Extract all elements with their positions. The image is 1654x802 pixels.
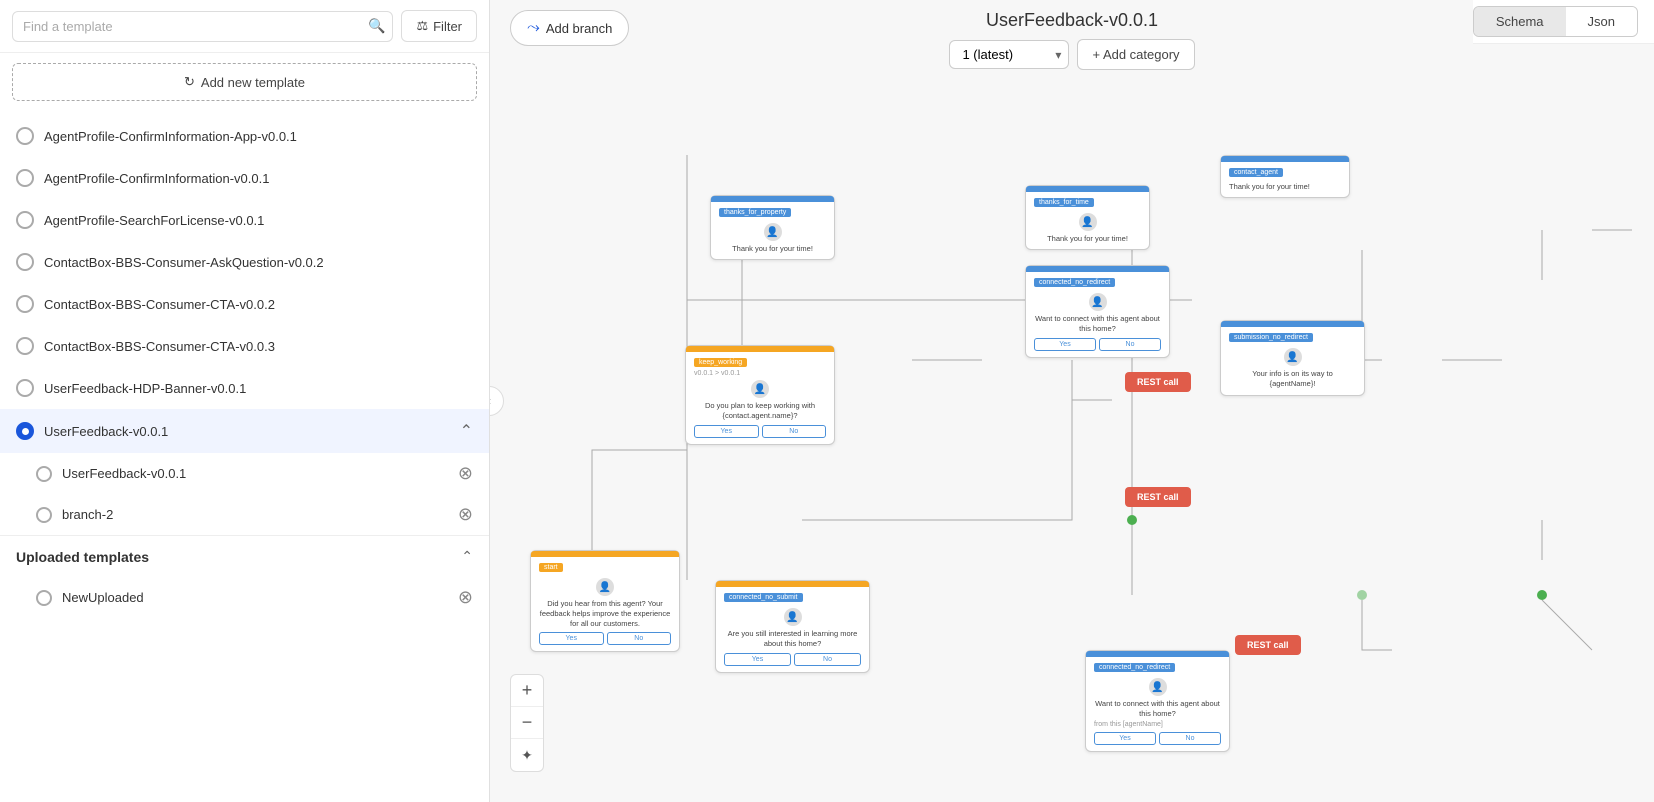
version-controls: 1 (latest) 2 3 + Add category [949, 39, 1194, 70]
flow-node-info-on-way[interactable]: submission_no_redirect 👤 Your info is on… [1220, 320, 1365, 396]
flow-node-thanks-property[interactable]: thanks_for_property 👤 Thank you for your… [710, 195, 835, 260]
sub-name-1: UserFeedback-v0.0.1 [62, 466, 448, 481]
sub-radio-2 [36, 507, 52, 523]
uploaded-section-title: Uploaded templates [16, 549, 453, 565]
filter-button[interactable]: ⚖ Filter [401, 10, 477, 42]
template-item-3[interactable]: AgentProfile-SearchForLicense-v0.0.1 [0, 199, 489, 241]
sub-item-2[interactable]: branch-2 ⊗ [36, 494, 489, 535]
version-select[interactable]: 1 (latest) 2 3 [949, 40, 1069, 69]
sub-item-1[interactable]: UserFeedback-v0.0.1 ⊗ [36, 453, 489, 494]
tab-json[interactable]: Json [1566, 7, 1637, 36]
template-name-3: AgentProfile-SearchForLicense-v0.0.1 [44, 213, 264, 228]
uploaded-items-container: NewUploaded ⊗ [0, 577, 489, 618]
zoom-out-button[interactable]: − [511, 707, 543, 739]
main-area: ‹ Schema Json ⤳ Add branch UserFeedback-… [490, 0, 1654, 802]
radio-3 [16, 211, 34, 229]
filter-icon: ⚖ [416, 18, 428, 34]
template-name-2: AgentProfile-ConfirmInformation-v0.0.1 [44, 171, 269, 186]
uploaded-radio-1 [36, 590, 52, 606]
canvas-area: ⤳ Add branch UserFeedback-v0.0.1 1 (late… [490, 0, 1654, 802]
flow-node-connect-agent2[interactable]: connected_no_redirect 👤 Want to connect … [1085, 650, 1230, 752]
template-item-6[interactable]: ContactBox-BBS-Consumer-CTA-v0.0.3 [0, 325, 489, 367]
search-input[interactable] [12, 11, 393, 42]
canvas-title: UserFeedback-v0.0.1 [986, 10, 1158, 31]
flow-node-keep-working[interactable]: keep_working v0.0.1 > v0.0.1 👤 Do you pl… [685, 345, 835, 445]
template-item-2[interactable]: AgentProfile-ConfirmInformation-v0.0.1 [0, 157, 489, 199]
add-branch-label: Add branch [546, 21, 613, 36]
sub-items-container: UserFeedback-v0.0.1 ⊗ branch-2 ⊗ [0, 453, 489, 535]
sidebar: 🔍 ⚖ Filter ↻ Add new template AgentProfi… [0, 0, 490, 802]
flow-node-interested-learn[interactable]: connected_no_submit 👤 Are you still inte… [715, 580, 870, 673]
tab-schema[interactable]: Schema [1474, 7, 1566, 36]
sub-radio-1 [36, 466, 52, 482]
flow-node-thanks-time[interactable]: thanks_for_time 👤 Thank you for your tim… [1025, 185, 1150, 250]
add-new-template-button[interactable]: ↻ Add new template [12, 63, 477, 101]
radio-7 [16, 379, 34, 397]
radio-5 [16, 295, 34, 313]
radio-6 [16, 337, 34, 355]
remove-sub-1-icon[interactable]: ⊗ [458, 463, 473, 484]
search-wrapper: 🔍 [12, 11, 393, 42]
add-category-button[interactable]: + Add category [1077, 39, 1194, 70]
template-name-6: ContactBox-BBS-Consumer-CTA-v0.0.3 [44, 339, 275, 354]
flow-node-start[interactable]: start 👤 Did you hear from this agent? Yo… [530, 550, 680, 652]
radio-8 [16, 422, 34, 440]
add-branch-icon: ⤳ [527, 19, 540, 37]
rest-call-3[interactable]: REST call [1235, 635, 1301, 655]
remove-sub-2-icon[interactable]: ⊗ [458, 504, 473, 525]
add-branch-button[interactable]: ⤳ Add branch [510, 10, 629, 46]
search-icon: 🔍 [368, 18, 385, 35]
add-category-label: + Add category [1092, 47, 1179, 62]
remove-uploaded-1-icon[interactable]: ⊗ [458, 587, 473, 608]
zoom-controls: + − ✦ [510, 674, 544, 772]
filter-label: Filter [433, 19, 462, 34]
template-item-4[interactable]: ContactBox-BBS-Consumer-AskQuestion-v0.0… [0, 241, 489, 283]
schema-json-tabs: Schema Json [1473, 6, 1638, 37]
chevron-up-icon: ⌃ [461, 548, 473, 565]
template-name-5: ContactBox-BBS-Consumer-CTA-v0.0.2 [44, 297, 275, 312]
expand-icon-8[interactable]: ⌃ [460, 421, 473, 441]
radio-4 [16, 253, 34, 271]
uploaded-item-1[interactable]: NewUploaded ⊗ [36, 577, 489, 618]
template-item-5[interactable]: ContactBox-BBS-Consumer-CTA-v0.0.2 [0, 283, 489, 325]
rest-call-1[interactable]: REST call [1125, 372, 1191, 392]
sub-name-2: branch-2 [62, 507, 448, 522]
flow-node-connect-agent[interactable]: connected_no_redirect 👤 Want to connect … [1025, 265, 1170, 358]
sidebar-search-bar: 🔍 ⚖ Filter [0, 0, 489, 53]
flow-node-contact-agent[interactable]: contact_agent Thank you for your time! [1220, 155, 1350, 198]
template-item-8[interactable]: UserFeedback-v0.0.1 ⌃ [0, 409, 489, 453]
template-name-1: AgentProfile-ConfirmInformation-App-v0.0… [44, 129, 297, 144]
zoom-in-button[interactable]: + [511, 675, 543, 707]
add-template-label: Add new template [201, 75, 305, 90]
template-name-7: UserFeedback-HDP-Banner-v0.0.1 [44, 381, 246, 396]
radio-2 [16, 169, 34, 187]
template-list: AgentProfile-ConfirmInformation-App-v0.0… [0, 111, 489, 802]
main-header: Schema Json [1473, 0, 1654, 44]
template-name-8: UserFeedback-v0.0.1 [44, 424, 168, 439]
flow-diagram [490, 0, 1654, 802]
template-item-7[interactable]: UserFeedback-HDP-Banner-v0.0.1 [0, 367, 489, 409]
uploaded-name-1: NewUploaded [62, 590, 448, 605]
version-select-wrapper: 1 (latest) 2 3 [949, 40, 1069, 69]
radio-1 [16, 127, 34, 145]
template-item-1[interactable]: AgentProfile-ConfirmInformation-App-v0.0… [0, 115, 489, 157]
rest-call-2[interactable]: REST call [1125, 487, 1191, 507]
uploaded-section-header[interactable]: Uploaded templates ⌃ [0, 535, 489, 577]
add-icon: ↻ [184, 74, 195, 90]
zoom-fit-button[interactable]: ✦ [511, 739, 543, 771]
template-name-4: ContactBox-BBS-Consumer-AskQuestion-v0.0… [44, 255, 324, 270]
